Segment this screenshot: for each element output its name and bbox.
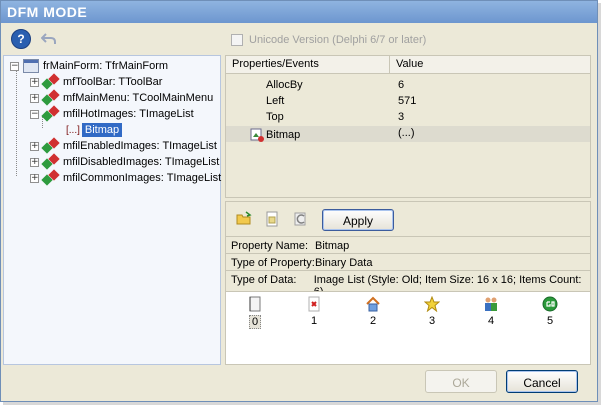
info-value: Binary Data: [315, 257, 373, 269]
info-row: Type of Property: Binary Data: [226, 253, 590, 270]
home-icon: [365, 296, 381, 312]
info-key: Property Name:: [231, 240, 309, 252]
users-icon: [483, 296, 499, 312]
component-icon: [41, 169, 60, 186]
tree-item[interactable]: − mfilHotImages: TImageList: [30, 105, 194, 122]
expand-icon[interactable]: +: [30, 173, 39, 183]
image-list-preview: 0 1 2 3 4 5: [226, 291, 590, 364]
tree-item[interactable]: + mfMainMenu: TCoolMainMenu: [30, 89, 214, 106]
tree-child-label: Bitmap: [81, 123, 123, 137]
property-name: Left: [266, 95, 285, 107]
unicode-option: Unicode Version (Delphi 6/7 or later): [225, 26, 597, 53]
blank-page-icon: [247, 296, 263, 312]
tree-item-label: mfMainMenu: TCoolMainMenu: [63, 92, 214, 104]
tree-connector: [16, 68, 17, 176]
grid-scrollbar[interactable]: [591, 55, 597, 198]
info-value: Image List (Style: Old; Item Size: 16 x …: [313, 274, 582, 298]
image-item[interactable]: 1: [299, 296, 329, 327]
ok-button[interactable]: OK: [425, 370, 497, 393]
component-icon: [41, 137, 60, 154]
property-value[interactable]: 3: [390, 110, 404, 126]
property-name: Top: [266, 111, 284, 123]
image-item[interactable]: 5: [535, 296, 565, 327]
tree-item[interactable]: + mfilCommonImages: TImageList: [30, 169, 222, 186]
star-icon: [423, 295, 441, 313]
editor-toolbar: Apply: [226, 202, 590, 236]
image-index: 4: [487, 315, 495, 327]
property-name: Bitmap: [266, 128, 301, 141]
undo-icon[interactable]: [39, 29, 59, 49]
dialog-footer: OK Cancel: [1, 367, 597, 401]
component-tree[interactable]: − frMainForm: TfrMainForm + mfToolBar: T…: [3, 55, 221, 365]
toolbar: ?: [3, 26, 221, 53]
apply-button[interactable]: Apply: [322, 209, 394, 231]
property-value[interactable]: (...): [390, 126, 415, 142]
info-row: Type of Data: Image List (Style: Old; It…: [226, 270, 590, 298]
expand-icon[interactable]: +: [30, 157, 39, 167]
cancel-button[interactable]: Cancel: [506, 370, 578, 393]
tree-item-label: mfilHotImages: TImageList: [63, 108, 194, 120]
help-icon[interactable]: ?: [11, 29, 31, 49]
expand-icon[interactable]: +: [30, 77, 39, 87]
property-editor: Apply Property Name: Bitmap Type of Prop…: [225, 201, 591, 365]
image-index: 1: [310, 315, 318, 327]
column-header-value[interactable]: Value: [390, 56, 590, 74]
component-icon: [41, 153, 60, 170]
property-row-selected[interactable]: Bitmap (...): [226, 126, 590, 142]
tree-item[interactable]: + mfilDisabledImages: TImageList: [30, 153, 220, 170]
tree-item-label: mfilDisabledImages: TImageList: [63, 156, 220, 168]
red-x-icon: [306, 296, 322, 312]
form-icon: [23, 59, 39, 73]
title-bar: DFM MODE: [1, 1, 597, 23]
property-row[interactable]: Left 571: [226, 94, 590, 110]
window-title: DFM MODE: [7, 4, 88, 20]
help-glyph: ?: [17, 32, 25, 46]
grid-header: Properties/Events Value: [226, 56, 590, 74]
image-index: 3: [428, 315, 436, 327]
property-value[interactable]: 571: [390, 94, 416, 110]
open-folder-icon[interactable]: [236, 211, 252, 227]
tree-item-label: mfilCommonImages: TImageList: [63, 172, 222, 184]
property-prefix: [...]: [66, 124, 80, 136]
unicode-label: Unicode Version (Delphi 6/7 or later): [249, 33, 427, 46]
bitmap-property-icon: [250, 128, 264, 142]
save-icon[interactable]: [264, 211, 280, 227]
info-key: Type of Property:: [231, 257, 315, 269]
unicode-checkbox[interactable]: [231, 33, 243, 46]
component-icon: [41, 105, 60, 122]
tree-item[interactable]: + mfToolBar: TToolBar: [30, 73, 163, 90]
tree-child-bitmap[interactable]: [...] Bitmap: [66, 122, 123, 138]
tree-item[interactable]: + mfilEnabledImages: TImageList: [30, 137, 217, 154]
collapse-icon[interactable]: −: [30, 109, 39, 119]
clear-icon[interactable]: [292, 211, 308, 227]
component-icon: [41, 73, 60, 90]
image-item[interactable]: 3: [417, 295, 447, 327]
property-row[interactable]: AllocBy 6: [226, 78, 590, 94]
info-value: Bitmap: [315, 240, 350, 252]
tree-item-label: mfilEnabledImages: TImageList: [63, 140, 217, 152]
tree-item-label: mfToolBar: TToolBar: [63, 76, 163, 88]
image-item[interactable]: 0: [240, 296, 270, 329]
info-key: Type of Data:: [231, 274, 297, 286]
image-index: 2: [369, 315, 377, 327]
component-icon: [41, 89, 60, 106]
collapse-icon[interactable]: −: [10, 61, 19, 71]
image-item[interactable]: 2: [358, 296, 388, 327]
go-icon: [542, 296, 558, 312]
info-row: Property Name: Bitmap: [226, 236, 590, 253]
image-index: 0: [248, 315, 262, 329]
column-header-properties[interactable]: Properties/Events: [226, 56, 390, 74]
dfm-mode-dialog: DFM MODE ? Unicode Version (Delphi 6/7 o…: [0, 0, 598, 402]
tree-root[interactable]: − frMainForm: TfrMainForm: [10, 58, 168, 74]
properties-grid[interactable]: Properties/Events Value AllocBy 6 Left 5…: [225, 55, 591, 198]
expand-icon[interactable]: +: [30, 93, 39, 103]
property-row[interactable]: Top 3: [226, 110, 590, 126]
property-value[interactable]: 6: [390, 78, 404, 94]
property-name: AllocBy: [266, 79, 303, 91]
image-item[interactable]: 4: [476, 296, 506, 327]
tree-root-label: frMainForm: TfrMainForm: [43, 60, 169, 72]
property-name-cell: Bitmap: [226, 126, 390, 142]
image-index: 5: [546, 315, 554, 327]
expand-icon[interactable]: +: [30, 141, 39, 151]
